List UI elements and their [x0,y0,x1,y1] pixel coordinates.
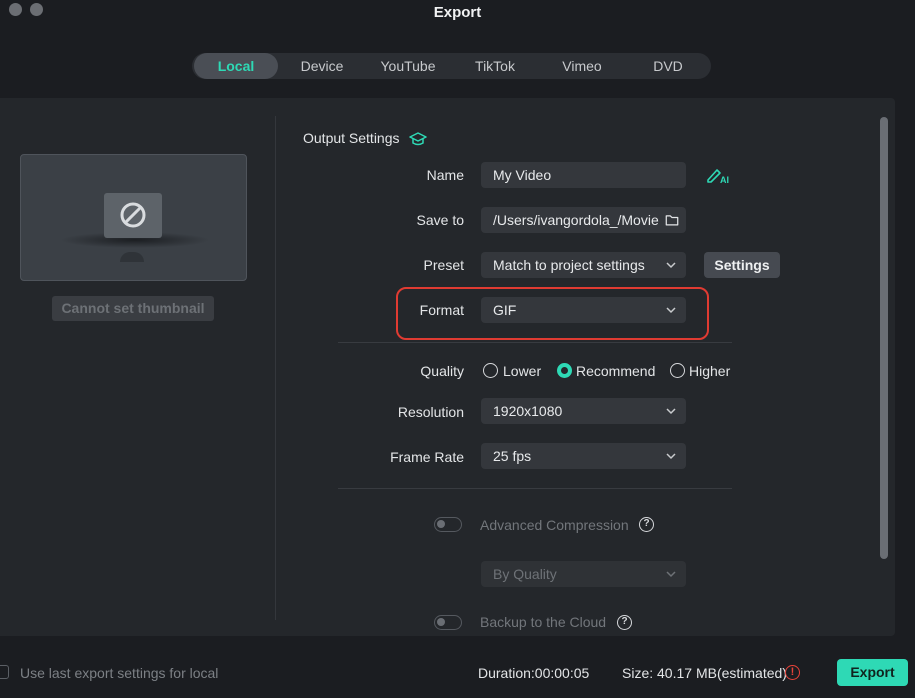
help-icon[interactable]: ? [617,615,632,630]
preset-select[interactable]: Match to project settings [481,252,686,278]
quality-lower-label[interactable]: Lower [503,363,541,379]
preset-settings-button[interactable]: Settings [704,252,780,278]
format-value: GIF [493,302,517,318]
ai-edit-icon[interactable]: AI [705,165,731,185]
output-settings-label: Output Settings [303,130,400,146]
name-input[interactable]: My Video [481,162,686,188]
resolution-value: 1920x1080 [493,403,563,419]
size-text: Size: 40.17 MB(estimated) [622,665,787,681]
graduation-cap-icon[interactable] [409,131,428,147]
use-last-settings-label[interactable]: Use last export settings for local [20,665,218,681]
backup-toggle[interactable] [434,615,462,630]
no-entry-icon [120,202,146,228]
quality-label: Quality [420,363,464,379]
advanced-compression-label: Advanced Compression [480,517,629,533]
save-to-label: Save to [416,212,464,228]
resolution-select[interactable]: 1920x1080 [481,398,686,424]
name-label: Name [426,167,464,183]
export-button[interactable]: Export [837,659,908,686]
compression-mode-select: By Quality [481,561,686,587]
tab-local[interactable]: Local [194,53,278,79]
tab-vimeo[interactable]: Vimeo [540,53,624,79]
export-target-tabs: Local Device YouTube TikTok Vimeo DVD [192,53,711,79]
duration-text: Duration:00:00:05 [478,665,590,681]
help-icon[interactable]: ? [639,517,654,532]
chevron-down-icon [666,408,676,415]
tab-device[interactable]: Device [280,53,364,79]
quality-higher-radio[interactable] [670,363,685,378]
chevron-down-icon [666,571,676,578]
save-path-value: /Users/ivangordola_/Movies [493,212,666,228]
quality-lower-radio[interactable] [483,363,498,378]
output-settings-title: Output Settings [303,130,428,147]
thumbnail-placeholder [104,193,162,238]
chevron-down-icon [666,262,676,269]
svg-text:AI: AI [720,175,729,185]
backup-row-clip: Backup to the Cloud ? [0,600,880,636]
quality-recommend-label[interactable]: Recommend [576,363,655,379]
save-path-field[interactable]: /Users/ivangordola_/Movies [481,207,686,233]
use-last-settings-checkbox[interactable] [0,665,9,679]
frame-rate-select[interactable]: 25 fps [481,443,686,469]
resolution-label: Resolution [397,404,464,420]
frame-rate-value: 25 fps [493,448,532,464]
frame-rate-label: Frame Rate [390,449,464,465]
backup-label: Backup to the Cloud [480,614,607,630]
set-thumbnail-button[interactable]: Cannot set thumbnail [52,296,214,321]
warning-icon[interactable]: ! [785,665,800,680]
preset-label: Preset [423,257,464,273]
panel-divider [275,116,276,620]
advanced-compression-toggle[interactable] [434,517,462,532]
format-select[interactable]: GIF [481,297,686,323]
format-label: Format [419,302,464,318]
thumbnail-reflection [120,252,144,262]
compression-mode-value: By Quality [493,566,557,582]
window-title: Export [433,4,482,21]
tab-youtube[interactable]: YouTube [366,53,450,79]
chevron-down-icon [666,453,676,460]
quality-recommend-radio[interactable] [557,363,572,378]
chevron-down-icon [666,307,676,314]
quality-higher-label[interactable]: Higher [689,363,730,379]
tab-tiktok[interactable]: TikTok [452,53,538,79]
section-divider [338,488,732,489]
tab-dvd[interactable]: DVD [626,53,710,79]
section-divider [338,342,732,343]
scrollbar[interactable] [880,117,888,559]
folder-icon[interactable] [659,212,681,228]
preset-value: Match to project settings [493,257,645,273]
